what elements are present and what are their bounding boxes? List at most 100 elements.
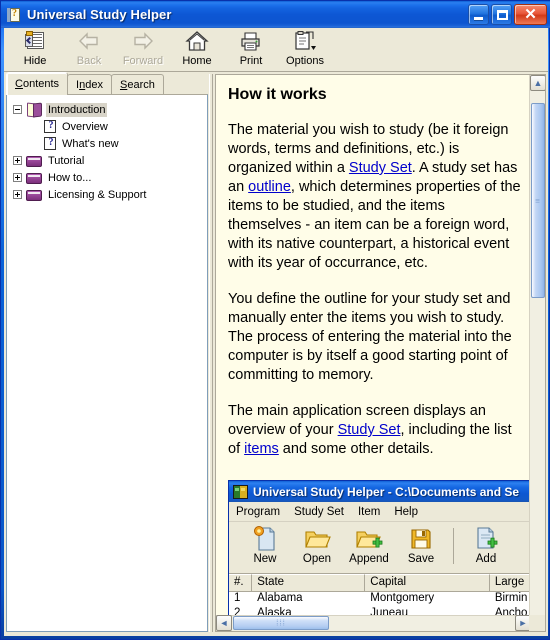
add-document-icon xyxy=(472,526,500,552)
link-items[interactable]: items xyxy=(244,441,279,457)
embedded-title-bar: Universal Study Helper - C:\Documents an… xyxy=(229,481,531,502)
new-button[interactable]: New xyxy=(239,522,291,565)
back-button[interactable]: Back xyxy=(62,28,116,70)
forward-arrow-icon xyxy=(131,30,155,54)
embedded-toolbar: New Open Append Save Add xyxy=(229,522,531,574)
open-button[interactable]: Open xyxy=(291,522,343,565)
cell-capital: Montgomery xyxy=(370,592,435,604)
toolbar-separator xyxy=(453,528,454,564)
floppy-save-icon xyxy=(407,526,435,552)
options-button[interactable]: Options xyxy=(278,28,332,70)
help-page-icon xyxy=(44,137,57,150)
closed-book-icon xyxy=(26,170,42,185)
menu-study-set[interactable]: Study Set xyxy=(294,506,344,518)
tree-item-label: Overview xyxy=(62,120,108,133)
maximize-icon xyxy=(497,10,508,20)
minimize-icon xyxy=(474,17,483,20)
window-controls: ✕ xyxy=(468,4,547,25)
add-button[interactable]: Add xyxy=(460,522,512,565)
topic-content: How it works The material you wish to st… xyxy=(216,75,531,618)
expand-toggle-icon[interactable] xyxy=(13,173,22,182)
app-globe-icon xyxy=(233,484,248,499)
hide-button[interactable]: Hide xyxy=(8,28,62,70)
tree-item-label: Introduction xyxy=(46,102,108,117)
expand-toggle-icon[interactable] xyxy=(13,156,22,165)
tree-item-tutorial[interactable]: Tutorial xyxy=(13,152,205,169)
menu-item[interactable]: Item xyxy=(358,506,380,518)
minimize-button[interactable] xyxy=(468,4,489,25)
tab-index[interactable]: Index xyxy=(67,74,112,95)
tree-item-overview[interactable]: Overview xyxy=(13,118,205,135)
home-button-label: Home xyxy=(182,55,212,67)
scroll-left-button[interactable]: ◄ xyxy=(216,615,232,631)
tab-search[interactable]: Search xyxy=(110,74,164,95)
cell-state: Alabama xyxy=(257,592,303,604)
home-icon xyxy=(185,30,209,54)
link-study-set-2[interactable]: Study Set xyxy=(338,422,401,438)
topic-panel: How it works The material you wish to st… xyxy=(215,74,546,632)
tree-item-introduction[interactable]: Introduction xyxy=(13,101,205,118)
tree-item-label: Tutorial xyxy=(48,154,85,167)
link-outline[interactable]: outline xyxy=(248,179,291,195)
navigation-panel: Contents Index Search Introduction ? Ove… xyxy=(6,72,208,632)
append-folder-icon xyxy=(355,526,383,552)
scroll-up-button[interactable]: ▲ xyxy=(530,75,545,91)
scroll-thumb-grip-icon: ⁞⁞⁞ xyxy=(276,618,286,628)
title-bar[interactable]: ? Universal Study Helper ✕ xyxy=(1,1,550,28)
content-horizontal-thumb[interactable]: ⁞⁞⁞ xyxy=(233,616,329,630)
window-title: Universal Study Helper xyxy=(27,7,172,22)
tree-item-label: Licensing & Support xyxy=(48,188,147,201)
content-horizontal-scrollbar[interactable]: ◄ ⁞⁞⁞ ► xyxy=(216,615,531,631)
forward-button-label: Forward xyxy=(122,55,164,67)
expand-toggle-icon[interactable] xyxy=(13,190,22,199)
back-button-label: Back xyxy=(76,55,102,67)
open-book-icon xyxy=(26,102,42,117)
help-window: ? Universal Study Helper ✕ Hide Back For… xyxy=(0,0,550,640)
menu-help[interactable]: Help xyxy=(394,506,418,518)
embedded-window-title: Universal Study Helper - C:\Documents an… xyxy=(253,484,520,499)
column-header-state[interactable]: State xyxy=(252,574,366,591)
help-toolbar: Hide Back Forward Home Print Options xyxy=(4,28,548,72)
content-vertical-thumb[interactable]: ≡ xyxy=(531,103,545,298)
link-study-set[interactable]: Study Set xyxy=(349,160,412,176)
collapse-toggle-icon[interactable] xyxy=(13,105,22,114)
close-button[interactable]: ✕ xyxy=(514,4,547,25)
tree-item-label: What's new xyxy=(62,137,119,150)
tree-item-label: How to... xyxy=(48,171,92,184)
open-button-label: Open xyxy=(302,553,332,565)
save-button[interactable]: Save xyxy=(395,522,447,565)
table-row[interactable]: 1 Alabama Montgomery Birmin xyxy=(229,592,531,607)
column-header-number[interactable]: #. xyxy=(229,574,253,591)
paragraph-1: The material you wish to study (be it fo… xyxy=(228,122,521,271)
home-button[interactable]: Home xyxy=(170,28,224,70)
paragraph-2: You define the outline for your study se… xyxy=(228,291,512,383)
client-area: Hide Back Forward Home Print Options Con… xyxy=(4,28,548,636)
column-header-largest[interactable]: Large xyxy=(489,574,531,591)
print-button-label: Print xyxy=(239,55,263,67)
embedded-table-header: #. State Capital Large xyxy=(229,574,531,592)
tree-item-whats-new[interactable]: What's new xyxy=(13,135,205,152)
cell-largest: Birmin xyxy=(494,592,528,604)
open-folder-icon xyxy=(303,526,331,552)
print-button[interactable]: Print xyxy=(224,28,278,70)
append-button[interactable]: Append xyxy=(343,522,395,565)
scrollbar-corner xyxy=(529,615,545,631)
scroll-thumb-grip-icon: ≡ xyxy=(535,196,541,205)
contents-tree[interactable]: Introduction Overview What's new xyxy=(6,94,208,632)
tab-contents[interactable]: Contents xyxy=(6,72,69,95)
menu-program[interactable]: Program xyxy=(236,506,280,518)
maximize-button[interactable] xyxy=(491,4,512,25)
nav-tabs: Contents Index Search xyxy=(6,72,164,95)
close-icon: ✕ xyxy=(524,6,537,23)
panel-splitter[interactable] xyxy=(208,74,214,632)
options-icon xyxy=(293,30,317,54)
tree-item-how-to[interactable]: How to... xyxy=(13,169,205,186)
tree-item-licensing-support[interactable]: Licensing & Support xyxy=(13,186,205,203)
content-vertical-scrollbar[interactable]: ▲ ≡ xyxy=(529,75,545,618)
column-header-capital[interactable]: Capital xyxy=(365,574,490,591)
printer-icon xyxy=(239,30,263,54)
forward-button[interactable]: Forward xyxy=(116,28,170,70)
help-page-icon xyxy=(44,120,57,133)
hide-button-label: Hide xyxy=(23,55,47,67)
options-button-label: Options xyxy=(286,55,324,67)
